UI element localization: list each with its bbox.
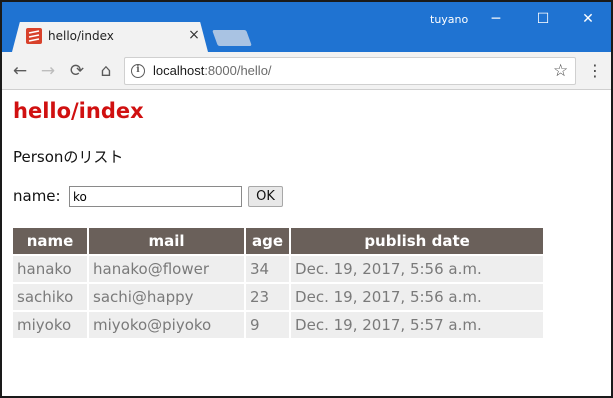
table-row: miyoko miyoko@piyoko 9 Dec. 19, 2017, 5:… bbox=[13, 312, 544, 338]
close-window-icon[interactable]: ✕ bbox=[565, 6, 611, 32]
table-header-row: name mail age publish date bbox=[13, 228, 544, 254]
table-row: sachiko sachi@happy 23 Dec. 19, 2017, 5:… bbox=[13, 284, 544, 310]
browser-menu-icon[interactable]: ⋮ bbox=[587, 61, 603, 81]
home-icon[interactable]: ⌂ bbox=[96, 61, 116, 81]
cell-age: 23 bbox=[246, 284, 290, 310]
url-path: :8000/hello/ bbox=[204, 63, 272, 78]
cell-publish-date: Dec. 19, 2017, 5:56 a.m. bbox=[291, 256, 544, 282]
back-arrow-icon[interactable]: ← bbox=[10, 61, 30, 81]
page-subtitle: Personのリスト bbox=[13, 148, 124, 166]
new-tab-button[interactable] bbox=[212, 30, 252, 46]
forward-arrow-icon[interactable]: → bbox=[38, 61, 58, 81]
minimize-icon[interactable]: ─ bbox=[473, 6, 519, 32]
maximize-icon[interactable]: ☐ bbox=[520, 6, 566, 32]
info-icon[interactable]: i bbox=[131, 64, 145, 78]
bookmark-star-icon[interactable]: ☆ bbox=[553, 61, 568, 81]
page-title: hello/index bbox=[13, 99, 144, 123]
cell-publish-date: Dec. 19, 2017, 5:56 a.m. bbox=[291, 284, 544, 310]
name-label: name: bbox=[13, 187, 61, 205]
ok-button[interactable]: OK bbox=[248, 186, 283, 207]
cell-mail: sachi@happy bbox=[89, 284, 244, 310]
cell-name: miyoko bbox=[13, 312, 87, 338]
cell-mail: hanako@flower bbox=[89, 256, 244, 282]
tab-title: hello/index bbox=[48, 29, 114, 43]
reload-icon[interactable]: ⟳ bbox=[67, 61, 87, 81]
cell-age: 9 bbox=[246, 312, 290, 338]
name-input[interactable] bbox=[69, 186, 242, 207]
tab-close-icon[interactable]: × bbox=[187, 27, 201, 43]
cell-name: sachiko bbox=[13, 284, 87, 310]
column-header-mail: mail bbox=[89, 228, 244, 254]
page-content: hello/index Personのリスト name: OK name mai… bbox=[2, 91, 611, 396]
person-table: name mail age publish date hanako hanako… bbox=[11, 226, 545, 340]
browser-window: hello/index × tuyano ─ ☐ ✕ ← → ⟳ ⌂ i loc… bbox=[0, 0, 613, 398]
django-favicon-icon bbox=[26, 28, 42, 44]
cell-publish-date: Dec. 19, 2017, 5:57 a.m. bbox=[291, 312, 544, 338]
column-header-age: age bbox=[246, 228, 290, 254]
column-header-publish-date: publish date bbox=[291, 228, 544, 254]
browser-toolbar: ← → ⟳ ⌂ i localhost:8000/hello/ ☆ ⋮ bbox=[2, 52, 611, 90]
cell-mail: miyoko@piyoko bbox=[89, 312, 244, 338]
column-header-name: name bbox=[13, 228, 87, 254]
tab-hello-index[interactable]: hello/index × bbox=[12, 22, 208, 52]
profile-name[interactable]: tuyano bbox=[430, 13, 468, 26]
url-text[interactable]: localhost:8000/hello/ bbox=[153, 63, 272, 78]
cell-name: hanako bbox=[13, 256, 87, 282]
url-host: localhost bbox=[153, 63, 205, 78]
cell-age: 34 bbox=[246, 256, 290, 282]
table-row: hanako hanako@flower 34 Dec. 19, 2017, 5… bbox=[13, 256, 544, 282]
title-bar: hello/index × tuyano ─ ☐ ✕ bbox=[2, 2, 611, 52]
address-bar[interactable]: i localhost:8000/hello/ ☆ bbox=[124, 57, 576, 85]
